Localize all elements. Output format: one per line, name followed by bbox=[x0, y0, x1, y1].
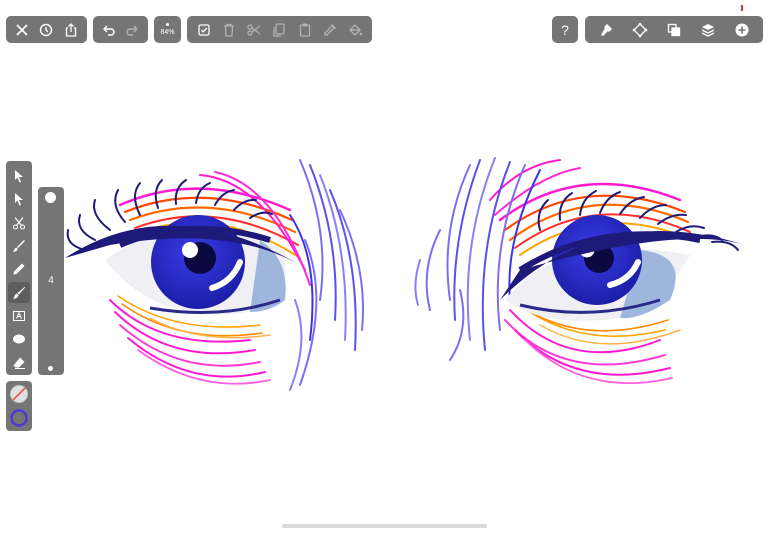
right-eye-artwork bbox=[414, 157, 745, 384]
left-eye-artwork bbox=[65, 159, 365, 391]
drawing-canvas[interactable] bbox=[0, 0, 768, 533]
home-indicator bbox=[282, 524, 487, 528]
